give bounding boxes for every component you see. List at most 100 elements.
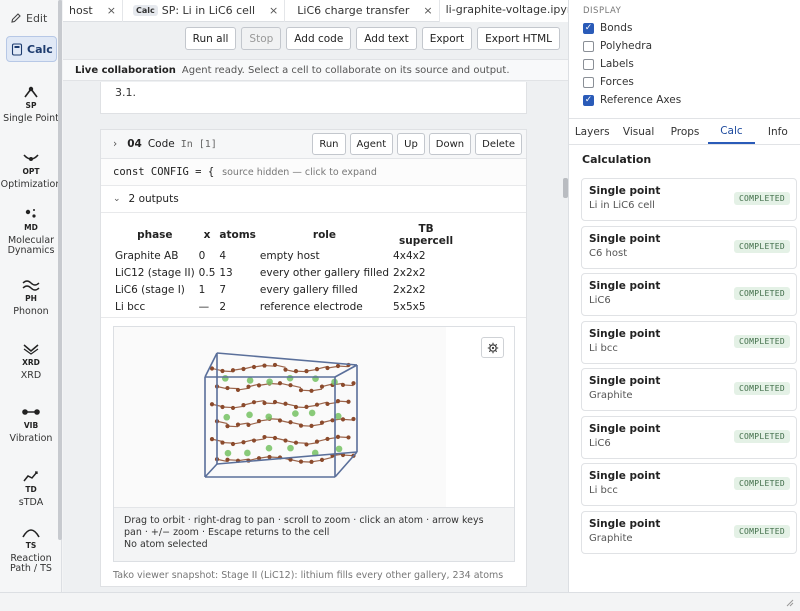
calculation-item[interactable]: Single point LiC6 COMPLETED [581,273,797,316]
edit-mode-label: Edit [26,11,48,25]
table-cell: empty host [259,249,320,262]
carbon-atom [272,362,278,368]
xrd-abbr: XRD [22,358,40,367]
run-all-button[interactable]: Run all [184,27,237,50]
viewer-settings-button[interactable] [481,337,504,358]
phonon-label: Phonon [13,306,49,317]
carbon-atom [251,364,257,370]
table-row: Li bcc — 2 reference electrode 5x5x5 [113,298,461,315]
code-hidden-hint: source hidden — click to expand [222,166,377,178]
rail-molecular-dynamics[interactable]: MD Molecular Dynamics [0,206,62,256]
calculation-item[interactable]: Single point LiC6 COMPLETED [581,415,797,459]
resize-grip-icon[interactable] [784,597,794,607]
carbon-atom [230,405,236,411]
tab-props[interactable]: Props [662,119,708,144]
checkbox-unchecked-icon [583,58,594,70]
rail-single-point[interactable]: SP Single Point [0,84,62,124]
viewer-canvas[interactable] [114,327,446,507]
collab-message: Agent ready. Select a cell to collaborat… [181,64,510,76]
table-header: TB supercell [399,223,454,247]
calculation-item[interactable]: Single point C6 host COMPLETED [581,225,797,269]
cell-exec-count: In [1] [180,138,217,150]
stda-abbr: TD [25,485,37,494]
carbon-atom [246,384,251,389]
close-icon[interactable]: × [269,4,278,17]
lithium-atom [244,449,251,457]
rail-xrd[interactable]: XRD XRD [0,341,62,381]
carbon-atom [293,404,299,410]
tab-sp-li-in-lic6[interactable]: Calc SP: Li in LiC6 cell × [123,0,286,22]
calculation-item[interactable]: Single point Graphite COMPLETED [581,510,797,554]
close-icon[interactable]: × [107,4,116,17]
tab-calc[interactable]: Calc [708,119,755,144]
checkbox-checked-icon: ✓ [583,22,594,34]
tab-info[interactable]: Info [755,119,800,144]
inspector-tabs: Layers Visual Props Calc Info [569,118,800,145]
add-text-button[interactable]: Add text [356,27,417,50]
edit-mode-button[interactable]: Edit [6,7,57,29]
bonds-checkbox[interactable]: ✓ Bonds [583,22,632,34]
tab-layers[interactable]: Layers [569,119,615,144]
add-code-button[interactable]: Add code [286,27,352,50]
lithium-atom [221,375,229,382]
code-source-collapsed[interactable]: const CONFIG = { source hidden — click t… [101,159,526,186]
rail-optimization[interactable]: OPT Optimization [0,150,62,190]
reference-axes-checkbox[interactable]: ✓ Reference Axes [583,94,681,106]
status-badge: COMPLETED [733,239,790,253]
run-cell-button[interactable]: Run [312,133,346,155]
carbon-atom [277,418,283,423]
stop-button[interactable]: Stop [241,27,282,50]
calculation-list: Single point Li in LiC6 cell COMPLETED S… [581,178,797,558]
rail-phonon[interactable]: PH Phonon [0,277,62,317]
labels-checkbox[interactable]: Labels [583,58,634,70]
outputs-label: 2 outputs [128,193,179,205]
rail-stda[interactable]: TD sTDA [0,468,62,508]
rail-vibration[interactable]: VIB Vibration [0,404,62,444]
calculation-item[interactable]: Single point Li bcc COMPLETED [581,463,797,506]
table-cell: 4 [219,249,227,262]
tab-host[interactable]: host × [63,0,123,22]
calc-badge: Calc [132,5,158,16]
chevron-right-icon[interactable]: › [113,138,117,150]
agent-button[interactable]: Agent [349,133,394,155]
forces-checkbox[interactable]: Forces [583,76,634,88]
structure-viewer[interactable]: Drag to orbit · right-drag to pan · scro… [113,326,515,562]
export-button[interactable]: Export [421,27,473,50]
outputs-toggle[interactable]: ⌄ 2 outputs [101,186,526,213]
tab-sp-label: SP: Li in LiC6 cell [161,4,256,17]
xrd-icon [23,344,39,355]
carbon-atom [293,440,299,445]
polyhedra-checkbox[interactable]: Polyhedra [583,40,652,52]
carbon-atom [335,363,341,369]
calculation-item[interactable]: Single point Graphite COMPLETED [581,368,797,411]
previous-cell[interactable]: 3.1. [100,82,527,114]
inspector-panel: DISPLAY ✓ Bonds Polyhedra Labels Forces … [568,0,800,611]
tab-lic6-charge-transfer[interactable]: LiC6 charge transfer × [285,0,440,22]
left-rail: Edit Calc SP Single Point OPT Optimizati… [0,0,62,611]
close-icon[interactable]: × [423,4,432,17]
move-down-button[interactable]: Down [428,133,472,155]
carbon-atom [220,404,225,410]
calculation-item[interactable]: Single point Li bcc COMPLETED [581,320,797,364]
rail-reaction-path[interactable]: TS Reaction Path / TS [0,524,62,574]
calculation-item[interactable]: Single point Li in LiC6 cell COMPLETED [581,178,797,221]
carbon-atom [256,383,262,388]
lithium-atom [335,445,343,453]
calc-mode-button[interactable]: Calc [6,36,57,62]
move-up-button[interactable]: Up [397,133,425,155]
carbon-atom [314,366,320,372]
carbon-atom [304,369,309,374]
tab-visual[interactable]: Visual [615,119,661,144]
carbon-atom [340,417,346,422]
carbon-atom [283,367,288,372]
carbon-atom [246,422,251,428]
code-cell[interactable]: › 04 Code In [1] Run Agent Up Down Delet… [100,129,527,587]
rail-scrollbar[interactable] [58,0,62,540]
lithium-atom [287,444,294,452]
table-cell: 5x5x5 [393,300,426,313]
export-html-button[interactable]: Export HTML [477,27,560,50]
carbon-atom [209,437,215,442]
delete-cell-button[interactable]: Delete [475,133,522,155]
carbon-atom [220,440,225,445]
viewer-caption: Tako viewer snapshot: Stage II (LiC12): … [113,570,504,581]
